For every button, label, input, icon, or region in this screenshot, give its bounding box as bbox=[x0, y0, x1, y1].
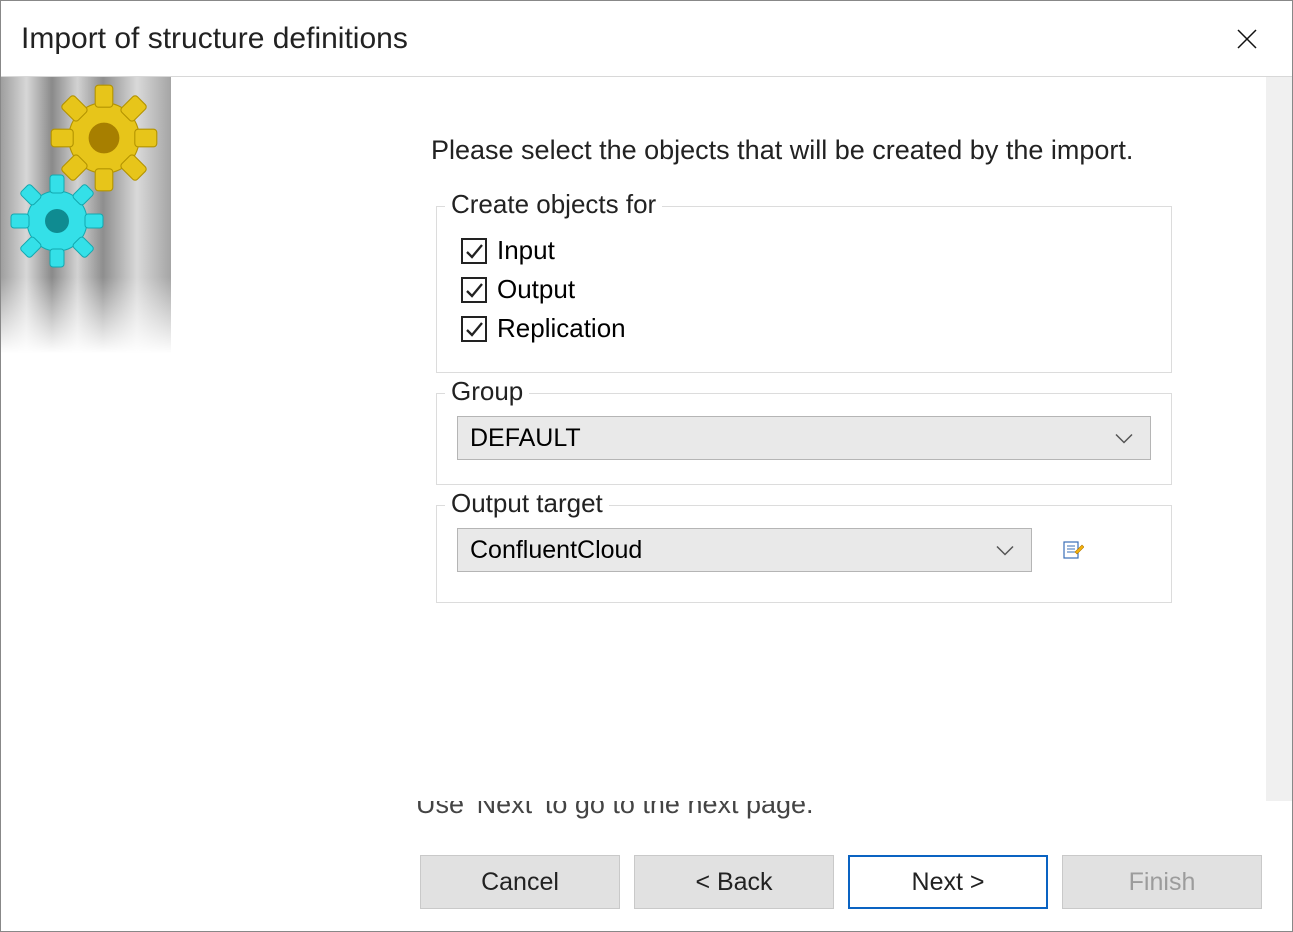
dialog-title: Import of structure definitions bbox=[21, 22, 1222, 56]
output-target-combo[interactable]: ConfluentCloud bbox=[457, 528, 1032, 572]
wizard-page: Please select the objects that will be c… bbox=[171, 77, 1292, 801]
chevron-down-icon bbox=[1114, 424, 1134, 453]
finish-button: Finish bbox=[1062, 855, 1262, 909]
dialog-window: Import of structure definitions bbox=[0, 0, 1293, 932]
cancel-label: Cancel bbox=[481, 868, 559, 897]
output-target-legend: Output target bbox=[445, 488, 609, 519]
create-objects-group: Create objects for Input Output bbox=[436, 206, 1172, 373]
check-icon bbox=[464, 319, 484, 339]
checkbox-output[interactable] bbox=[461, 277, 487, 303]
next-label: Next > bbox=[912, 868, 985, 897]
check-icon bbox=[464, 280, 484, 300]
button-bar: Cancel < Back Next > Finish bbox=[420, 855, 1262, 909]
create-objects-legend: Create objects for bbox=[445, 189, 662, 220]
checkbox-output-label: Output bbox=[497, 274, 575, 305]
back-label: < Back bbox=[695, 868, 772, 897]
checkbox-input-row: Input bbox=[461, 235, 1151, 266]
chevron-down-icon bbox=[995, 536, 1015, 565]
gear-icon bbox=[7, 171, 107, 271]
group-legend: Group bbox=[445, 376, 529, 407]
dialog-body: Please select the objects that will be c… bbox=[1, 77, 1292, 801]
close-icon bbox=[1236, 28, 1258, 50]
title-bar: Import of structure definitions bbox=[1, 1, 1292, 77]
footer-hint-clip: Use 'Next' to go to the next page. bbox=[416, 801, 1252, 839]
finish-label: Finish bbox=[1129, 868, 1196, 897]
group-combo[interactable]: DEFAULT bbox=[457, 416, 1151, 460]
group-combo-value: DEFAULT bbox=[470, 424, 581, 453]
wizard-side-graphic bbox=[1, 77, 171, 367]
dialog-footer: Use 'Next' to go to the next page. Cance… bbox=[1, 801, 1292, 931]
next-button[interactable]: Next > bbox=[848, 855, 1048, 909]
edit-icon[interactable] bbox=[1062, 539, 1084, 561]
scrollbar-track[interactable] bbox=[1266, 77, 1292, 801]
checkbox-replication-label: Replication bbox=[497, 313, 626, 344]
group-fieldset: Group DEFAULT bbox=[436, 393, 1172, 485]
checkbox-input[interactable] bbox=[461, 238, 487, 264]
cancel-button[interactable]: Cancel bbox=[420, 855, 620, 909]
output-target-value: ConfluentCloud bbox=[470, 536, 642, 565]
close-button[interactable] bbox=[1222, 14, 1272, 64]
check-icon bbox=[464, 241, 484, 261]
footer-hint: Use 'Next' to go to the next page. bbox=[416, 801, 1252, 820]
checkbox-output-row: Output bbox=[461, 274, 1151, 305]
checkbox-replication[interactable] bbox=[461, 316, 487, 342]
instruction-text: Please select the objects that will be c… bbox=[431, 135, 1292, 166]
checkbox-input-label: Input bbox=[497, 235, 555, 266]
checkbox-replication-row: Replication bbox=[461, 313, 1151, 344]
output-target-fieldset: Output target ConfluentCloud bbox=[436, 505, 1172, 603]
back-button[interactable]: < Back bbox=[634, 855, 834, 909]
